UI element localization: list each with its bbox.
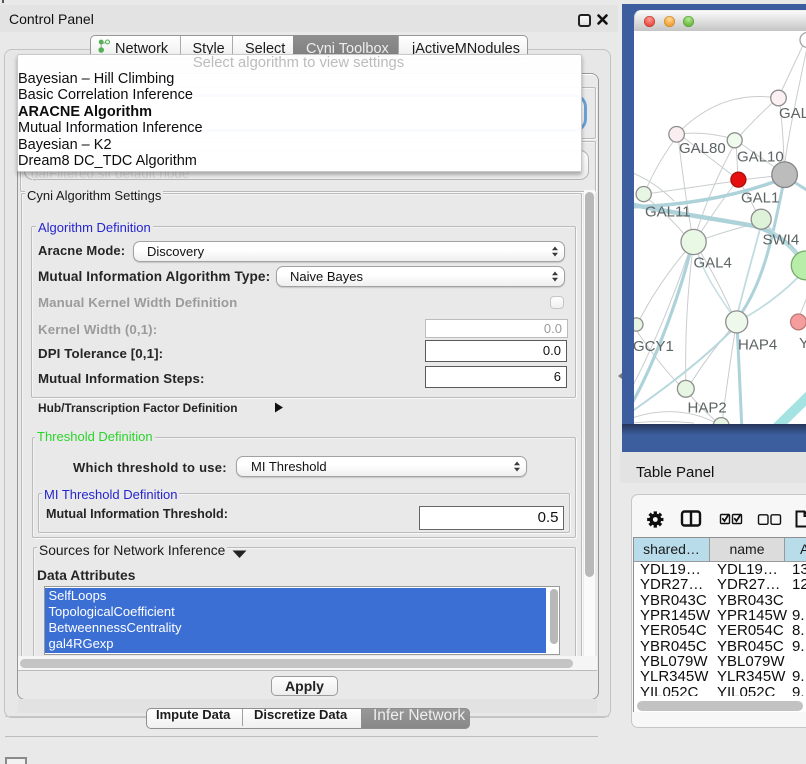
svg-text:GAL4: GAL4 bbox=[694, 255, 732, 272]
svg-text:SWI4: SWI4 bbox=[763, 232, 800, 249]
svg-text:GAL11: GAL11 bbox=[645, 204, 691, 221]
svg-text:Y: Y bbox=[799, 335, 806, 352]
svg-text:HAP2: HAP2 bbox=[688, 400, 727, 417]
svg-text:GAL2: GAL2 bbox=[779, 105, 806, 122]
svg-text:GAL10: GAL10 bbox=[737, 149, 784, 166]
svg-text:GCY1: GCY1 bbox=[634, 338, 674, 355]
svg-text:GAL80: GAL80 bbox=[679, 140, 726, 157]
svg-text:GAL1: GAL1 bbox=[741, 190, 779, 207]
svg-text:HAP4: HAP4 bbox=[738, 337, 777, 354]
